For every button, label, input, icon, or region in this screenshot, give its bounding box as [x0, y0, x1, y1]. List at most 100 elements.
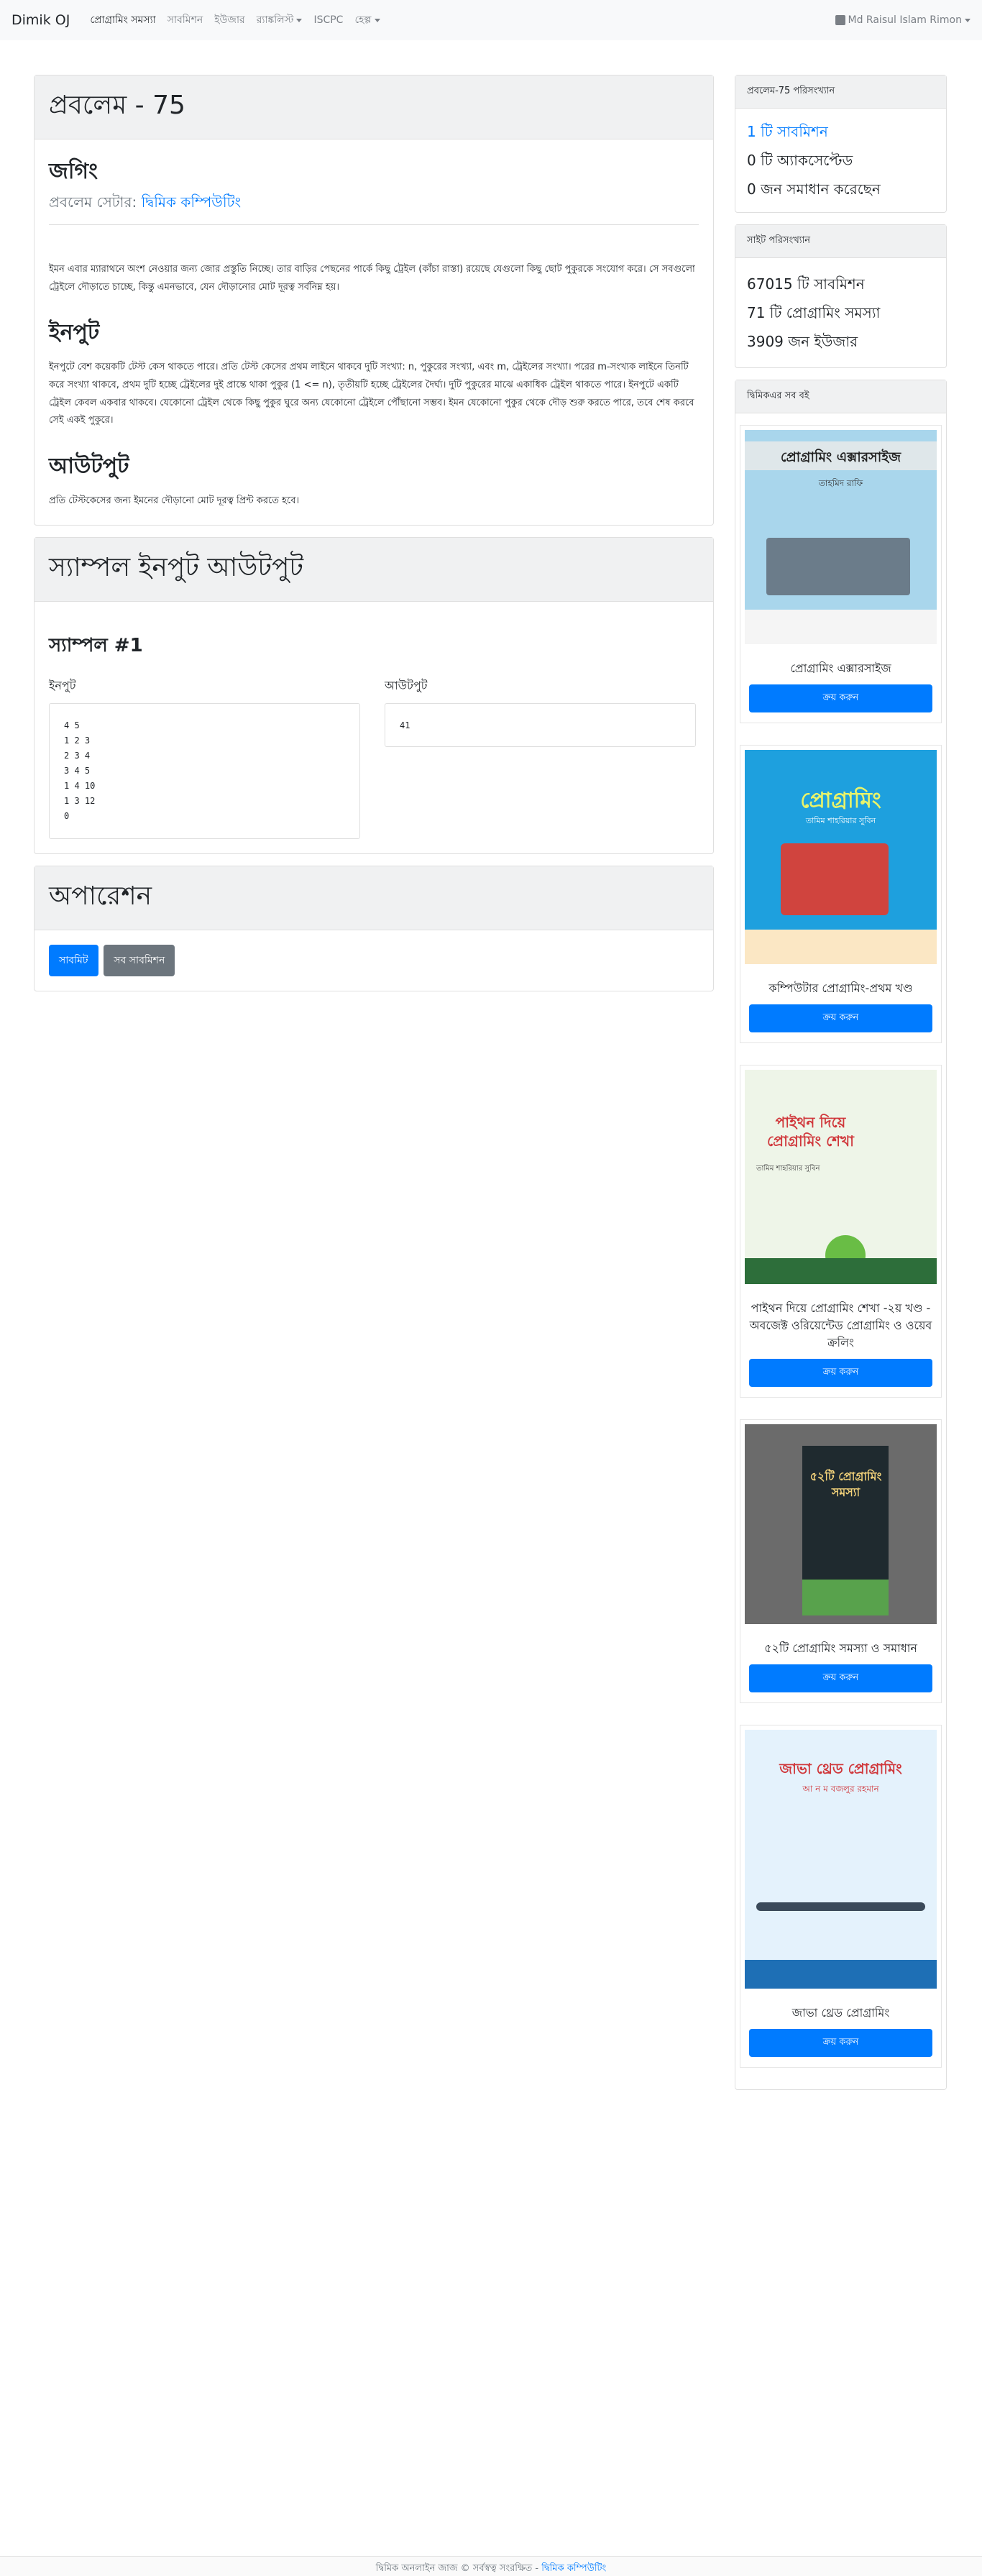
cover-footer — [745, 930, 937, 964]
samples-card: স্যাম্পল ইনপুট আউটপুট স্যাম্পল #1 ইনপুট … — [34, 536, 714, 854]
problem-header: প্রবলেম - 75 — [35, 75, 713, 139]
site-problem-count: 71 টি প্রোগ্রামিং সমস্যা — [747, 304, 881, 321]
cover-footer — [745, 1258, 937, 1284]
book-cover[interactable]: প্রোগ্রামিং তামিম শাহরিয়ার সুবিন — [745, 750, 937, 964]
cover-footer — [745, 1960, 937, 1989]
problem-body: জগিং প্রবলেম সেটার: দ্বিমিক কম্পিউটিং ইম… — [35, 139, 713, 525]
operations-body: সাবমিট সব সাবমিশন — [35, 930, 713, 991]
cover-title: জাভা থ্রেড প্রোগ্রামিং — [779, 1760, 902, 1777]
samples-body: স্যাম্পল #1 ইনপুট 4 5 1 2 3 2 3 4 3 4 5 … — [35, 602, 713, 853]
books-card: দ্বিমিকএর সব বই প্রোগ্রামিং এক্সারসাইজ ত… — [735, 380, 947, 2090]
books-list: প্রোগ্রামিং এক্সারসাইজ তাহমিদ রাফি প্রোগ… — [735, 413, 946, 2068]
cover-author: তামিম শাহরিয়ার সুবিন — [805, 816, 876, 825]
problem-statement: ইমন এবার ম্যারাথনে অংশ নেওয়ার জন্য জোর … — [49, 264, 695, 293]
nav-submissions[interactable]: সাবমিশন — [168, 12, 203, 29]
submit-button[interactable]: সাবমিট — [49, 944, 98, 976]
book-title: জাভা থ্রেড প্রোগ্রামিং — [791, 2006, 890, 2020]
books-header: দ্বিমিকএর সব বই — [735, 380, 946, 413]
site-stats-header: সাইট পরিসংখ্যান — [735, 225, 946, 258]
user-icon — [835, 15, 845, 25]
sidebar: প্রবলেম-75 পরিসংখ্যান 1 টি সাবমিশন 0 টি … — [735, 75, 947, 2101]
book-cover[interactable]: ৫২টি প্রোগ্রামিং সমস্যা — [745, 1424, 937, 1624]
book-title: ৫২টি প্রোগ্রামিং সমস্যা ও সমাধান — [764, 1641, 917, 1655]
sample-title: স্যাম্পল #1 — [49, 634, 143, 656]
operations-card: অপারেশন সাবমিট সব সাবমিশন — [34, 865, 714, 991]
chevron-down-icon — [296, 18, 303, 22]
book-cover[interactable]: প্রোগ্রামিং এক্সারসাইজ তাহমিদ রাফি — [745, 430, 937, 644]
problem-solved-count: 0 জন সমাধান করেছেন — [747, 180, 881, 198]
book-cover[interactable]: পাইথন দিয়ে প্রোগ্রামিং শেখা তামিম শাহরি… — [745, 1070, 937, 1284]
cover-footer — [745, 610, 937, 644]
setter-label: প্রবলেম সেটার: — [49, 193, 137, 211]
problem-setter: প্রবলেম সেটার: দ্বিমিক কম্পিউটিং — [49, 192, 699, 225]
sample-output-col: আউটপুট 41 — [385, 677, 696, 839]
setter-link[interactable]: দ্বিমিক কম্পিউটিং — [142, 193, 241, 211]
all-submissions-button[interactable]: সব সাবমিশন — [104, 944, 175, 976]
input-description: ইনপুটে বেশ কয়েকটি টেস্ট কেস থাকতে পারে।… — [49, 362, 694, 426]
cover-stripe — [802, 1580, 889, 1615]
book-title: প্রোগ্রামিং এক্সারসাইজ — [790, 661, 891, 675]
nav-help[interactable]: হেল্প — [354, 12, 380, 29]
buy-button[interactable]: ক্রয় করুন — [749, 2029, 932, 2057]
buy-button[interactable]: ক্রয় করুন — [749, 1004, 932, 1032]
nav-ranklist-label: র‍্যাঙ্কলিস্ট — [256, 14, 294, 26]
problem-stats-header: প্রবলেম-75 পরিসংখ্যান — [735, 75, 946, 109]
book-item: পাইথন দিয়ে প্রোগ্রামিং শেখা তামিম শাহরি… — [740, 1065, 942, 1398]
sample-io-row: ইনপুট 4 5 1 2 3 2 3 4 3 4 5 1 4 10 1 3 1… — [49, 677, 699, 839]
bar-illustration — [756, 1902, 925, 1911]
book-item: প্রোগ্রামিং তামিম শাহরিয়ার সুবিন কম্পিউ… — [740, 745, 942, 1043]
top-navbar: Dimik OJ প্রোগ্রামিং সমস্যা সাবমিশন ইউজা… — [0, 0, 982, 40]
chevron-down-icon — [374, 18, 380, 22]
cover-title: পাইথন দিয়ে প্রোগ্রামিং শেখা — [767, 1114, 854, 1150]
book-item: জাভা থ্রেড প্রোগ্রামিং আ ন ম বজলুর রহমান… — [740, 1725, 942, 2068]
input-heading: ইনপুট — [49, 320, 100, 346]
buy-button[interactable]: ক্রয় করুন — [749, 1664, 932, 1692]
book-title: পাইথন দিয়ে প্রোগ্রামিং শেখা -২য় খণ্ড -… — [749, 1301, 932, 1349]
operations-title: অপারেশন — [49, 881, 152, 911]
problem-accepted-count: 0 টি অ্যাকসেপ্টেড — [747, 152, 853, 169]
buy-button[interactable]: ক্রয় করুন — [749, 1359, 932, 1387]
problem-name: জগিং — [49, 159, 98, 184]
book-item: প্রোগ্রামিং এক্সারসাইজ তাহমিদ রাফি প্রোগ… — [740, 425, 942, 723]
cover-author: তামিম শাহরিয়ার সুবিন — [756, 1165, 820, 1173]
laptop-illustration — [781, 843, 889, 915]
operations-header: অপারেশন — [35, 866, 713, 930]
samples-title: স্যাম্পল ইনপুট আউটপুট — [49, 552, 304, 582]
nav-ranklist[interactable]: র‍্যাঙ্কলিস্ট — [257, 12, 303, 29]
sample-input-col: ইনপুট 4 5 1 2 3 2 3 4 3 4 5 1 4 10 1 3 1… — [49, 677, 360, 839]
problem-title: প্রবলেম - 75 — [49, 91, 185, 120]
nav-problems[interactable]: প্রোগ্রামিং সমস্যা — [90, 12, 155, 29]
footer-link[interactable]: দ্বিমিক কম্পিউটিং — [541, 2563, 606, 2574]
site-user-count: 3909 জন ইউজার — [747, 333, 858, 350]
user-menu[interactable]: Md Raisul Islam Rimon — [835, 14, 970, 26]
footer: দ্বিমিক অনলাইন জাজ © সর্বস্বত্ব সংরক্ষিত… — [0, 2556, 982, 2576]
cover-title: ৫২টি প্রোগ্রামিং সমস্যা — [809, 1470, 882, 1500]
nav-users[interactable]: ইউজার — [214, 12, 244, 29]
problem-submission-count[interactable]: 1 টি সাবমিশন — [735, 117, 946, 146]
main-column: প্রবলেম - 75 জগিং প্রবলেম সেটার: দ্বিমিক… — [34, 75, 714, 1003]
output-heading: আউটপুট — [49, 454, 129, 480]
site-stats-body: 67015 টি সাবমিশন 71 টি প্রোগ্রামিং সমস্য… — [735, 258, 946, 367]
site-stats-card: সাইট পরিসংখ্যান 67015 টি সাবমিশন 71 টি প… — [735, 224, 947, 368]
cover-author: আ ন ম বজলুর রহমান — [802, 1784, 879, 1794]
site-submission-count: 67015 টি সাবমিশন — [747, 275, 865, 293]
book-title: কম্পিউটার প্রোগ্রামিং-প্রথম খণ্ড — [768, 981, 913, 995]
sample-input-label: ইনপুট — [49, 678, 76, 692]
buy-button[interactable]: ক্রয় করুন — [749, 684, 932, 712]
problem-stats-card: প্রবলেম-75 পরিসংখ্যান 1 টি সাবমিশন 0 টি … — [735, 75, 947, 213]
user-name: Md Raisul Islam Rimon — [848, 14, 962, 26]
sample-output-box[interactable]: 41 — [385, 702, 696, 747]
sample-input-box[interactable]: 4 5 1 2 3 2 3 4 3 4 5 1 4 10 1 3 12 0 — [49, 702, 360, 839]
problem-stats-body: 1 টি সাবমিশন 0 টি অ্যাকসেপ্টেড 0 জন সমাধ… — [735, 109, 946, 212]
brand-logo[interactable]: Dimik OJ — [12, 12, 70, 28]
sample-output-label: আউটপুট — [385, 678, 428, 692]
cover-author: তাহমিদ রাফি — [818, 478, 863, 488]
nav-iscpc[interactable]: ISCPC — [313, 14, 343, 26]
book-item: ৫২টি প্রোগ্রামিং সমস্যা ৫২টি প্রোগ্রামিং… — [740, 1419, 942, 1703]
output-description: প্রতি টেস্টকেসের জন্য ইমনের দৌড়ানো মোট … — [49, 495, 300, 507]
samples-header: স্যাম্পল ইনপুট আউটপুট — [35, 537, 713, 602]
laptop-illustration — [766, 538, 910, 595]
chevron-down-icon — [965, 18, 970, 22]
book-cover[interactable]: জাভা থ্রেড প্রোগ্রামিং আ ন ম বজলুর রহমান — [745, 1730, 937, 1989]
footer-text: দ্বিমিক অনলাইন জাজ © সর্বস্বত্ব সংরক্ষিত… — [375, 2563, 539, 2574]
